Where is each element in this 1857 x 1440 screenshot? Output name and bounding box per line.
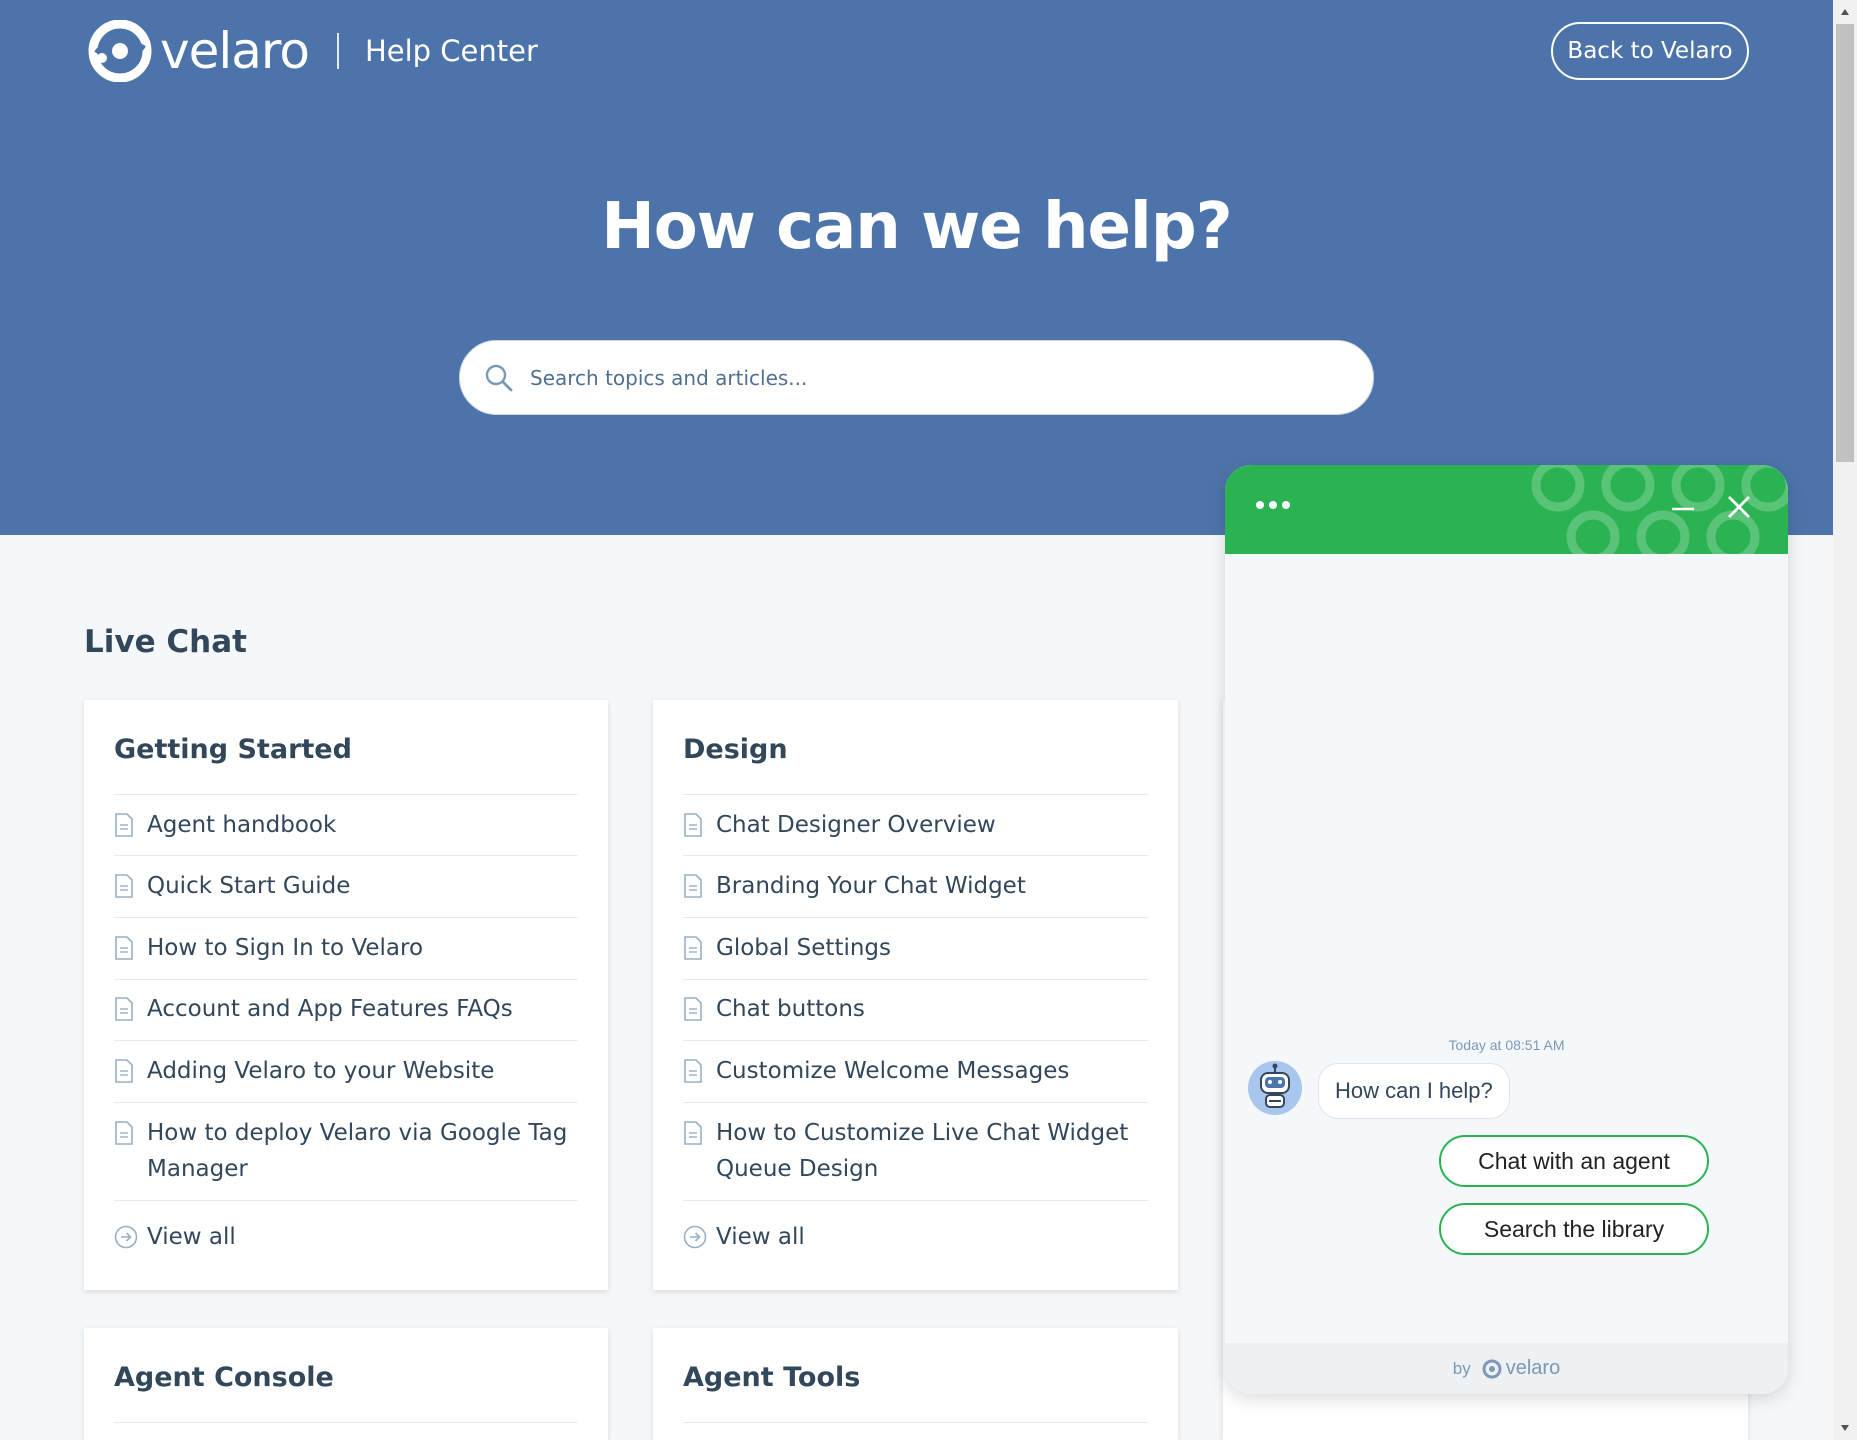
divider xyxy=(683,794,1148,795)
article-link[interactable]: Quick Start Guide xyxy=(114,868,578,904)
article-title[interactable]: Branding Your Chat Widget xyxy=(716,868,1026,904)
article-link[interactable]: Customize Welcome Messages xyxy=(683,1053,1148,1089)
document-icon xyxy=(115,1059,133,1083)
hero-banner: velaro Help Center Back to Velaro How ca… xyxy=(0,0,1833,535)
divider xyxy=(114,1102,578,1103)
velaro-logo-icon[interactable] xyxy=(1481,1359,1503,1379)
document-icon xyxy=(684,1059,702,1083)
article-title[interactable]: Agent handbook xyxy=(147,807,336,843)
card-title[interactable]: Agent Console xyxy=(114,1362,334,1393)
scrollbar-thumb[interactable] xyxy=(1836,24,1854,462)
chat-header xyxy=(1225,465,1788,554)
card-agent-tools: Agent Tools xyxy=(653,1328,1178,1440)
divider xyxy=(683,917,1148,918)
card-design: Design Chat Designer Overview Branding Y… xyxy=(653,700,1178,1290)
divider xyxy=(683,1040,1148,1041)
article-title[interactable]: Chat buttons xyxy=(716,991,865,1027)
search-input[interactable] xyxy=(530,365,1350,390)
article-title[interactable]: Account and App Features FAQs xyxy=(147,991,513,1027)
divider xyxy=(114,1200,578,1201)
bot-message-bubble: How can I help? xyxy=(1318,1063,1510,1119)
document-icon xyxy=(115,1121,133,1145)
view-all-label[interactable]: View all xyxy=(147,1224,236,1250)
back-to-velaro-button[interactable]: Back to Velaro xyxy=(1551,22,1749,80)
document-icon xyxy=(684,1121,702,1145)
article-link[interactable]: Global Settings xyxy=(683,930,1148,966)
article-title[interactable]: How to Customize Live Chat Widget Queue … xyxy=(716,1115,1148,1187)
article-link[interactable]: How to Customize Live Chat Widget Queue … xyxy=(683,1115,1148,1187)
card-title[interactable]: Agent Tools xyxy=(683,1362,860,1393)
page-title: How can we help? xyxy=(601,190,1233,264)
document-icon xyxy=(684,997,702,1021)
document-icon xyxy=(684,813,702,837)
chat-with-agent-button[interactable]: Chat with an agent xyxy=(1439,1135,1709,1187)
close-icon[interactable] xyxy=(1725,493,1753,521)
document-icon xyxy=(684,936,702,960)
divider xyxy=(683,1102,1148,1103)
search-library-button[interactable]: Search the library xyxy=(1439,1203,1709,1255)
document-icon xyxy=(115,813,133,837)
article-title[interactable]: Global Settings xyxy=(716,930,891,966)
divider xyxy=(114,855,578,856)
robot-avatar-icon xyxy=(1248,1061,1302,1115)
article-link[interactable]: Chat buttons xyxy=(683,991,1148,1027)
view-all-link[interactable]: View all xyxy=(114,1224,236,1250)
article-link[interactable]: Branding Your Chat Widget xyxy=(683,868,1148,904)
article-link[interactable]: Account and App Features FAQs xyxy=(114,991,578,1027)
article-link[interactable]: How to deploy Velaro via Google Tag Mana… xyxy=(114,1115,578,1187)
article-title[interactable]: Customize Welcome Messages xyxy=(716,1053,1069,1089)
article-title[interactable]: How to Sign In to Velaro xyxy=(147,930,423,966)
page-scrollbar[interactable] xyxy=(1833,0,1857,1440)
article-link[interactable]: Chat Designer Overview xyxy=(683,807,1148,843)
help-center-title[interactable]: Help Center xyxy=(365,34,538,68)
article-title[interactable]: How to deploy Velaro via Google Tag Mana… xyxy=(147,1115,578,1187)
brand-divider xyxy=(336,33,339,69)
logo-wordmark: velaro xyxy=(160,22,310,80)
article-link[interactable]: Agent handbook xyxy=(114,807,578,843)
divider xyxy=(114,1422,578,1423)
article-title[interactable]: Adding Velaro to your Website xyxy=(147,1053,494,1089)
chat-widget: Today at 08:51 AM How can I help? Chat w… xyxy=(1225,465,1788,1394)
card-getting-started: Getting Started Agent handbook Quick Sta… xyxy=(84,700,608,1290)
divider xyxy=(683,979,1148,980)
card-title[interactable]: Design xyxy=(683,734,788,765)
velaro-logo-icon[interactable] xyxy=(86,20,154,82)
powered-by-label: by xyxy=(1452,1358,1471,1378)
brand: velaro Help Center xyxy=(86,20,538,82)
search-icon xyxy=(485,364,513,391)
search-bar[interactable] xyxy=(459,340,1374,415)
section-title-live-chat: Live Chat xyxy=(84,624,247,660)
divider xyxy=(683,1200,1148,1201)
card-title[interactable]: Getting Started xyxy=(114,734,352,765)
minimize-icon[interactable] xyxy=(1669,495,1697,523)
divider xyxy=(114,917,578,918)
document-icon xyxy=(684,874,702,898)
arrow-circle-icon xyxy=(114,1225,138,1249)
view-all-label[interactable]: View all xyxy=(716,1224,805,1250)
arrow-circle-icon xyxy=(683,1225,707,1249)
divider xyxy=(114,794,578,795)
document-icon xyxy=(115,936,133,960)
view-all-link[interactable]: View all xyxy=(683,1224,805,1250)
article-link[interactable]: How to Sign In to Velaro xyxy=(114,930,578,966)
document-icon xyxy=(115,997,133,1021)
divider xyxy=(683,855,1148,856)
divider xyxy=(114,979,578,980)
scroll-up-arrow-icon[interactable] xyxy=(1833,0,1857,24)
article-link[interactable]: Adding Velaro to your Website xyxy=(114,1053,578,1089)
footer-brand[interactable]: velaro xyxy=(1506,1357,1560,1380)
article-title[interactable]: Chat Designer Overview xyxy=(716,807,996,843)
scroll-down-arrow-icon[interactable] xyxy=(1833,1416,1857,1440)
chat-footer: by velaro xyxy=(1225,1343,1788,1394)
document-icon xyxy=(115,874,133,898)
chat-timestamp: Today at 08:51 AM xyxy=(1448,1037,1565,1053)
article-title[interactable]: Quick Start Guide xyxy=(147,868,350,904)
divider xyxy=(683,1422,1148,1423)
card-agent-console: Agent Console xyxy=(84,1328,608,1440)
divider xyxy=(114,1040,578,1041)
more-horizontal-icon[interactable] xyxy=(1255,495,1291,515)
